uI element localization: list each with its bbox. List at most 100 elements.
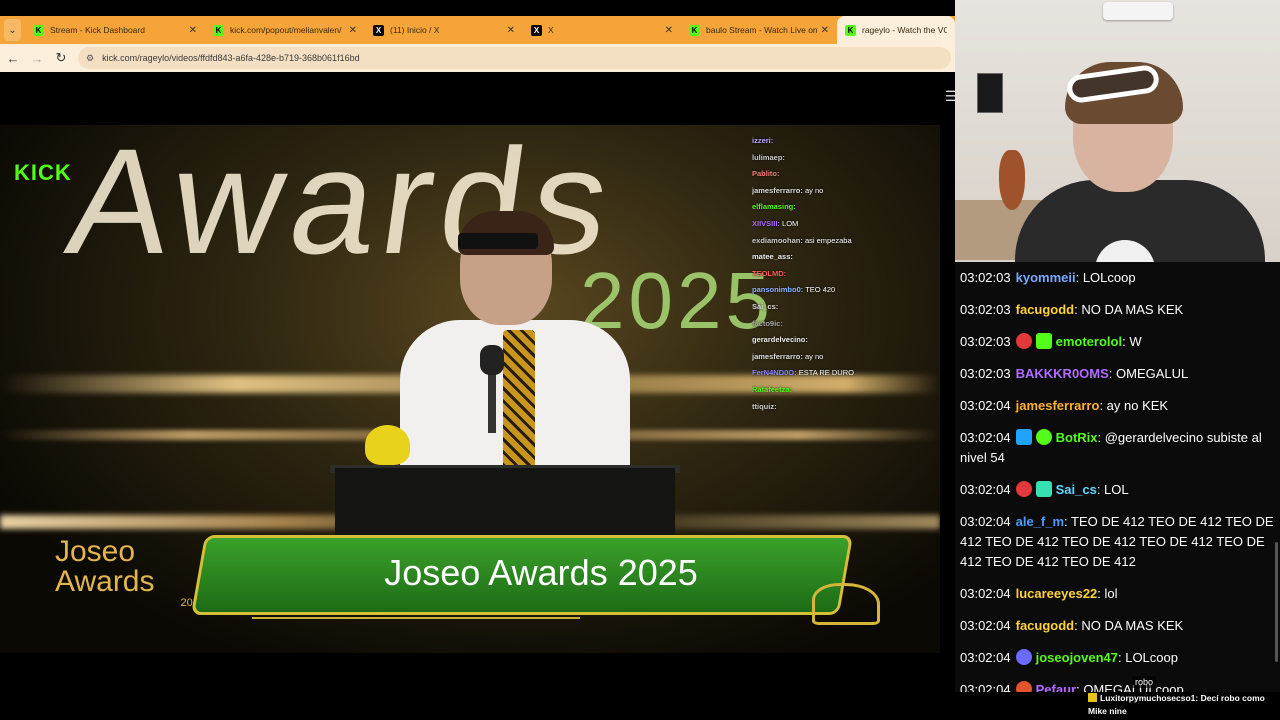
- webcam-feed: [955, 0, 1280, 262]
- chat-username[interactable]: facugodd: [1016, 618, 1075, 633]
- chat-username[interactable]: BotRix: [1056, 430, 1098, 445]
- overlay-chat-line: ttiquiz:: [752, 399, 902, 416]
- tab-x[interactable]: X X ✕: [523, 16, 681, 44]
- tab-title: (11) Inicio / X: [390, 25, 440, 35]
- joseo-awards-logo: Joseo Awards 2025: [55, 537, 205, 610]
- overlay-chat-user: facto9ic:: [752, 318, 783, 328]
- overlay-chat-text: ay no: [804, 185, 824, 195]
- overlay-chat-text: TEO 420: [805, 285, 836, 295]
- overlay-chat-text: ay no: [804, 351, 824, 361]
- presenter: [400, 211, 630, 490]
- overlay-chat-line: XIIVSIII: LOM: [752, 216, 902, 233]
- reload-icon[interactable]: ↻: [50, 50, 72, 66]
- kick-icon: K: [689, 24, 700, 36]
- tab-kick-popout[interactable]: K kick.com/popout/melianvalen/ ✕: [205, 16, 365, 44]
- overlay-chat-user: jamesferrarro:: [752, 185, 803, 195]
- kick-icon: K: [33, 24, 44, 36]
- chevron-down-icon: ⌄: [8, 24, 17, 36]
- chat-message: 03:02:04 lucareeyes22: lol: [960, 586, 1118, 601]
- tab-title: rageylo - Watch the VOD o: [862, 25, 947, 35]
- close-icon[interactable]: ✕: [189, 25, 197, 36]
- subscriber-badge-icon: [1035, 481, 1052, 497]
- chat-username[interactable]: BAKKKR0OMS: [1016, 366, 1109, 381]
- overlay-chat-user: matee_ass:: [752, 252, 793, 262]
- overlay-chat-line: izzeri:: [752, 133, 902, 150]
- chat-timestamp: 03:02:04: [960, 586, 1011, 601]
- chat-username[interactable]: emoterolol: [1056, 334, 1122, 349]
- overlay-chat-user: TEOLMD:: [752, 268, 787, 278]
- overlay-chat-user: XIIVSIII:: [752, 218, 780, 228]
- og-badge-icon: [1015, 481, 1032, 497]
- chat-username[interactable]: lucareeyes22: [1016, 586, 1098, 601]
- tab-search-button[interactable]: ⌄: [4, 19, 21, 41]
- chat-message: 03:02:04 Sai_cs: LOL: [960, 481, 1129, 497]
- chat-timestamp: 03:02:03: [960, 334, 1011, 349]
- back-arrow-icon[interactable]: ←: [2, 51, 24, 66]
- gift-icon: [1088, 693, 1097, 702]
- chat-text: ay no KEK: [1106, 398, 1169, 413]
- chat-message: 03:02:04 ale_f_m: TEO DE 412 TEO DE 412 T…: [960, 514, 1274, 569]
- close-icon[interactable]: ✕: [507, 25, 515, 36]
- chat-text: lol: [1104, 586, 1118, 601]
- close-icon[interactable]: ✕: [665, 25, 673, 36]
- verified-badge-icon: [1035, 429, 1052, 445]
- tab-baulo-stream[interactable]: K baulo Stream - Watch Live on K ✕: [681, 16, 837, 44]
- overlay-chat-line: jamesferrarro: ay no: [752, 183, 902, 200]
- url-input[interactable]: ⚙ kick.com/rageylo/videos/ffdfd843-a6fa-…: [78, 47, 951, 69]
- site-info-icon[interactable]: ⚙: [86, 53, 94, 64]
- air-conditioner: [1103, 2, 1173, 20]
- chat-text: NO DA MAS KEK: [1081, 302, 1184, 317]
- overlay-chat-user: ttiquiz:: [752, 401, 777, 411]
- sunglasses-icon: [458, 233, 538, 249]
- chat-message: 03:02:04 facugodd: NO DA MAS KEK: [960, 618, 1184, 633]
- tab-x-inicio[interactable]: X (11) Inicio / X ✕: [365, 16, 523, 44]
- chat-text: OMEGALUL: [1116, 366, 1189, 381]
- x-icon: X: [531, 24, 542, 36]
- chat-username[interactable]: Pefaur: [1036, 682, 1076, 692]
- chat-username[interactable]: Sai_cs: [1056, 482, 1097, 497]
- video-player[interactable]: Awards 2025 KICK izzeri: lulimaep: Pabli…: [0, 125, 940, 653]
- forward-arrow-icon[interactable]: →: [26, 51, 48, 66]
- chat-timestamp: 03:02:03: [960, 366, 1011, 381]
- avatar-badge-icon: [1015, 649, 1032, 665]
- chat-username[interactable]: kyommeii: [1016, 270, 1076, 285]
- tab-bar: ⌄ K Stream - Kick Dashboard ✕ K kick.com…: [0, 16, 955, 44]
- chat-username[interactable]: ale_f_m: [1016, 514, 1064, 529]
- video-overlay-chat: izzeri: lulimaep: Pablito: jamesferrarro…: [752, 133, 902, 415]
- chat-message: 03:02:03 emoterolol: W: [960, 333, 1142, 349]
- chat-message: 03:02:04 BotRix: @gerardelvecino subiste …: [960, 429, 1262, 465]
- close-icon[interactable]: ✕: [349, 25, 357, 36]
- chat-username[interactable]: jamesferrarro: [1016, 398, 1100, 413]
- overlay-chat-user: Sai_cs:: [752, 301, 779, 311]
- overlay-chat-line: exdiamoohan: asi empezaba: [752, 233, 902, 250]
- overlay-chat-line: Rafafeetza:: [752, 382, 902, 399]
- chat-timestamp: 03:02:03: [960, 302, 1011, 317]
- chat-username[interactable]: facugodd: [1016, 302, 1075, 317]
- chat-timestamp: 03:02:04: [960, 650, 1011, 665]
- kick-icon: K: [213, 24, 224, 36]
- overlay-chat-user: izzeri:: [752, 136, 774, 145]
- close-icon[interactable]: ✕: [821, 25, 829, 36]
- tab-title: baulo Stream - Watch Live on K: [706, 25, 817, 35]
- browser-window: ⌄ K Stream - Kick Dashboard ✕ K kick.com…: [0, 0, 955, 720]
- kick-logo: KICK: [14, 160, 72, 185]
- address-bar: ← → ↻ ⚙ kick.com/rageylo/videos/ffdfd843…: [0, 44, 955, 72]
- chat-username[interactable]: joseojoven47: [1036, 650, 1118, 665]
- tab-rageylo-vod[interactable]: K rageylo - Watch the VOD o: [837, 16, 955, 44]
- overlay-chat-user: gerardelvecino:: [752, 335, 808, 345]
- kick-icon: K: [845, 24, 856, 36]
- chat-scrollbar[interactable]: [1275, 542, 1278, 662]
- moderator-badge-icon: [1015, 429, 1032, 445]
- overlay-chat-text: LOM: [782, 218, 799, 228]
- tab-title: Stream - Kick Dashboard: [50, 25, 145, 35]
- overlay-chat-line: jamesferrarro: ay no: [752, 349, 902, 366]
- tab-kick-dashboard[interactable]: K Stream - Kick Dashboard ✕: [25, 16, 205, 44]
- overlay-chat-line: matee_ass:: [752, 249, 902, 266]
- chat-text: LOLcoop: [1082, 270, 1136, 285]
- overlay-chat-user: exdiamoohan:: [752, 235, 803, 245]
- overlay-chat-line: elflamasing:: [752, 199, 902, 216]
- subscriber-badge-icon: [1035, 333, 1052, 349]
- menu-icon[interactable]: ☰: [945, 88, 955, 105]
- chat-message: 03:02:04 joseojoven47: LOLcoop: [960, 649, 1178, 665]
- overlay-chat-user: jamesferrarro:: [752, 351, 803, 361]
